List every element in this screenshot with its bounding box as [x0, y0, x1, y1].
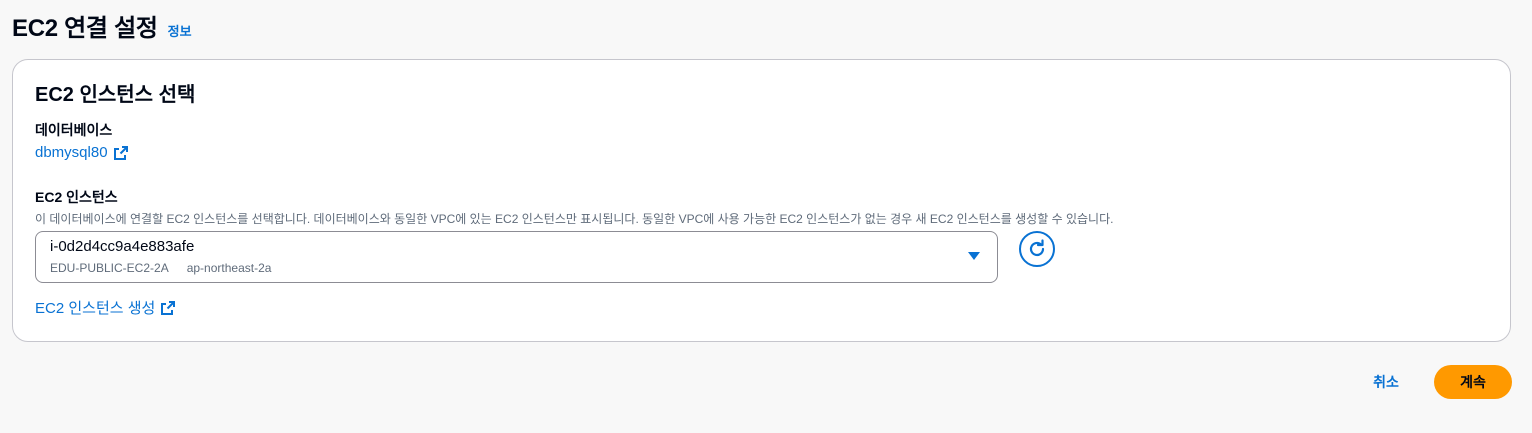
create-ec2-instance-text: EC2 인스턴스 생성	[35, 300, 156, 317]
database-link-text: dbmysql80	[35, 144, 108, 161]
create-ec2-instance-link[interactable]: EC2 인스턴스 생성	[35, 297, 176, 318]
ec2-selection-card: EC2 인스턴스 선택 데이터베이스 dbmysql80 EC2 인스턴스 이 …	[12, 59, 1511, 342]
caret-down-icon	[968, 252, 980, 260]
continue-button[interactable]: 계속	[1434, 365, 1512, 399]
ec2-instance-select[interactable]: i-0d2d4cc9a4e883afe EDU-PUBLIC-EC2-2A ap…	[35, 231, 998, 283]
info-link[interactable]: 정보	[168, 21, 192, 40]
database-link[interactable]: dbmysql80	[35, 144, 129, 161]
ec2-instance-label: EC2 인스턴스	[35, 189, 118, 205]
ec2-instance-description: 이 데이터베이스에 연결할 EC2 인스턴스를 선택합니다. 데이터베이스와 동…	[35, 212, 1114, 226]
selected-instance-tags: EDU-PUBLIC-EC2-2A ap-northeast-2a	[50, 261, 271, 275]
refresh-icon	[1029, 239, 1045, 257]
selected-instance-id: i-0d2d4cc9a4e883afe	[50, 238, 195, 255]
refresh-button[interactable]	[1019, 231, 1055, 267]
instance-tag-name: EDU-PUBLIC-EC2-2A	[50, 261, 169, 275]
cancel-button[interactable]: 취소	[1360, 369, 1412, 395]
database-label: 데이터베이스	[35, 122, 113, 138]
external-link-icon	[113, 145, 128, 160]
page: EC2 연결 설정 정보 EC2 인스턴스 선택 데이터베이스 dbmysql8…	[0, 0, 1532, 433]
external-link-icon	[161, 300, 176, 315]
card-title: EC2 인스턴스 선택	[35, 84, 196, 106]
page-header: EC2 연결 설정 정보	[12, 8, 192, 43]
instance-tag-az: ap-northeast-2a	[186, 261, 272, 275]
page-title: EC2 연결 설정	[12, 15, 158, 42]
